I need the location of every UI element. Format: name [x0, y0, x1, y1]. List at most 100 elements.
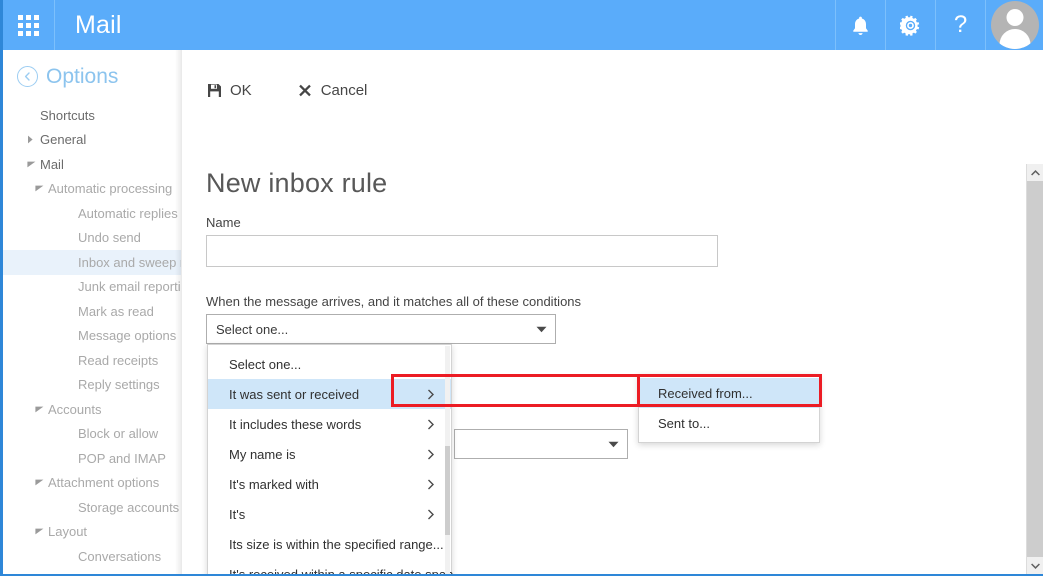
application-window: Mail ?: [0, 0, 1043, 576]
sidebar-item-junk-email-reporting[interactable]: Junk email reporting: [3, 275, 181, 300]
menu-item-my-name-is[interactable]: My name is: [208, 439, 451, 469]
menu-item-label: Select one...: [229, 357, 441, 372]
user-avatar-button[interactable]: [985, 0, 1043, 50]
name-input[interactable]: [206, 235, 718, 267]
chevron-down-icon: [27, 161, 37, 168]
sidebar-item-storage-accounts[interactable]: Storage accounts: [3, 495, 181, 520]
sidebar-item-label: Mail: [40, 157, 64, 172]
submenu-item-label: Sent to...: [658, 416, 809, 431]
sidebar-item-layout[interactable]: Layout: [3, 520, 181, 545]
sidebar-item-message-options[interactable]: Message options: [3, 324, 181, 349]
sidebar-item-label: Storage accounts: [78, 500, 179, 515]
sidebar-item-undo-send[interactable]: Undo send: [3, 226, 181, 251]
app-launcher-button[interactable]: [3, 0, 55, 50]
chevron-down-icon: [527, 326, 555, 333]
chevron-down-icon: [35, 528, 45, 535]
sidebar-item-label: General: [40, 132, 86, 147]
cancel-button[interactable]: Cancel: [298, 82, 368, 99]
sidebar-item-label: POP and IMAP: [78, 451, 166, 466]
help-button[interactable]: ?: [935, 0, 985, 50]
menu-item-it-was-sent-or-received[interactable]: It was sent or received: [208, 379, 451, 409]
sidebar-item-mail[interactable]: Mail: [3, 152, 181, 177]
notifications-button[interactable]: [835, 0, 885, 50]
menu-item-it-includes-these-words[interactable]: It includes these words: [208, 409, 451, 439]
menu-item-label: Its size is within the specified range..…: [229, 537, 444, 552]
sidebar-item-reply-settings[interactable]: Reply settings: [3, 373, 181, 398]
ok-button[interactable]: OK: [207, 82, 252, 99]
app-title: Mail: [55, 0, 122, 50]
condition-submenu[interactable]: Received from... Sent to...: [638, 374, 820, 443]
scroll-down-button[interactable]: [1027, 557, 1043, 574]
ok-button-label: OK: [230, 82, 252, 99]
sidebar-item-label: Email signature: [78, 573, 168, 574]
sidebar-item-label: Automatic replies: [78, 206, 178, 221]
command-bar: OK Cancel: [207, 82, 367, 99]
sidebar-item-automatic-replies[interactable]: Automatic replies: [3, 201, 181, 226]
settings-button[interactable]: [885, 0, 935, 50]
sidebar-item-attachment-options[interactable]: Attachment options: [3, 471, 181, 496]
chevron-down-icon: [35, 479, 45, 486]
sidebar-item-label: Attachment options: [48, 475, 159, 490]
sidebar-item-label: Automatic processing: [48, 181, 172, 196]
name-field-label: Name: [206, 215, 241, 230]
sidebar-item-label: Read receipts: [78, 353, 158, 368]
chevron-right-icon: [427, 509, 441, 520]
sidebar-item-label: Message options: [78, 328, 176, 343]
chevron-right-icon: [27, 135, 37, 144]
sidebar-item-block-or-allow[interactable]: Block or allow: [3, 422, 181, 447]
chevron-right-icon: [427, 389, 441, 400]
menu-item-it-s-marked-with[interactable]: It's marked with: [208, 469, 451, 499]
sidebar-item-general[interactable]: General: [3, 128, 181, 153]
gear-icon: [900, 15, 921, 36]
waffle-grid-icon: [18, 15, 39, 36]
menu-item-select-one[interactable]: Select one...: [208, 349, 451, 379]
sidebar-item-automatic-processing[interactable]: Automatic processing: [3, 177, 181, 202]
chevron-down-icon: [35, 406, 45, 413]
sidebar-item-read-receipts[interactable]: Read receipts: [3, 348, 181, 373]
sidebar-item-label: Accounts: [48, 402, 101, 417]
avatar-body: [999, 29, 1030, 49]
sidebar-item-label: Block or allow: [78, 426, 158, 441]
condition-select[interactable]: Select one...: [206, 314, 556, 344]
back-arrow-circle-icon: [17, 66, 38, 87]
menu-item-label: It's marked with: [229, 477, 427, 492]
menu-item-label: It's: [229, 507, 427, 522]
bell-icon: [851, 15, 870, 36]
content-scrollbar[interactable]: [1026, 164, 1043, 574]
sidebar-item-conversations[interactable]: Conversations: [3, 544, 181, 569]
save-icon: [207, 83, 222, 98]
sidebar-item-inbox-and-sweep-rules[interactable]: Inbox and sweep rules: [3, 250, 181, 275]
sidebar-item-mark-as-read[interactable]: Mark as read: [3, 299, 181, 324]
options-label: Options: [46, 66, 118, 87]
options-sidebar: Options Shortcuts General Mail Automatic pr…: [3, 50, 181, 574]
sidebar-item-accounts[interactable]: Accounts: [3, 397, 181, 422]
sidebar-item-email-signature[interactable]: Email signature: [3, 569, 181, 575]
cancel-button-label: Cancel: [321, 82, 368, 99]
chevron-down-icon: [35, 185, 45, 192]
condition-select-value: Select one...: [207, 322, 527, 337]
submenu-item-sent-to[interactable]: Sent to...: [639, 408, 819, 438]
menu-item-it-s[interactable]: It's: [208, 499, 451, 529]
avatar: [991, 1, 1039, 49]
menu-scrollbar[interactable]: [445, 346, 450, 574]
sidebar-item-label: Junk email reporting: [78, 279, 181, 294]
menu-item-label: It includes these words: [229, 417, 427, 432]
page-title: New inbox rule: [206, 168, 387, 199]
scroll-up-button[interactable]: [1027, 164, 1043, 181]
conditions-label: When the message arrives, and it matches…: [206, 294, 581, 309]
menu-item-label: It's received within a specific date spa…: [229, 567, 464, 575]
menu-item-its-size-is-within-the-specified-range[interactable]: Its size is within the specified range..…: [208, 529, 451, 559]
second-condition-select[interactable]: [454, 429, 628, 459]
sidebar-item-label: Inbox and sweep rules: [78, 255, 181, 270]
chevron-right-icon: [427, 479, 441, 490]
scrollbar-thumb[interactable]: [1027, 181, 1043, 557]
sidebar-item-label: Conversations: [78, 549, 161, 564]
options-back-link[interactable]: Options: [3, 60, 181, 93]
submenu-item-received-from[interactable]: Received from...: [639, 378, 819, 408]
condition-dropdown-menu[interactable]: Select one... It was sent or received It i…: [207, 344, 452, 574]
sidebar-item-shortcuts[interactable]: Shortcuts: [3, 103, 181, 128]
chevron-right-icon: [427, 419, 441, 430]
sidebar-item-pop-and-imap[interactable]: POP and IMAP: [3, 446, 181, 471]
top-navigation-bar: Mail ?: [3, 0, 1043, 50]
menu-item-it-s-received-within-a-specific-date-span[interactable]: It's received within a specific date spa…: [208, 559, 451, 574]
